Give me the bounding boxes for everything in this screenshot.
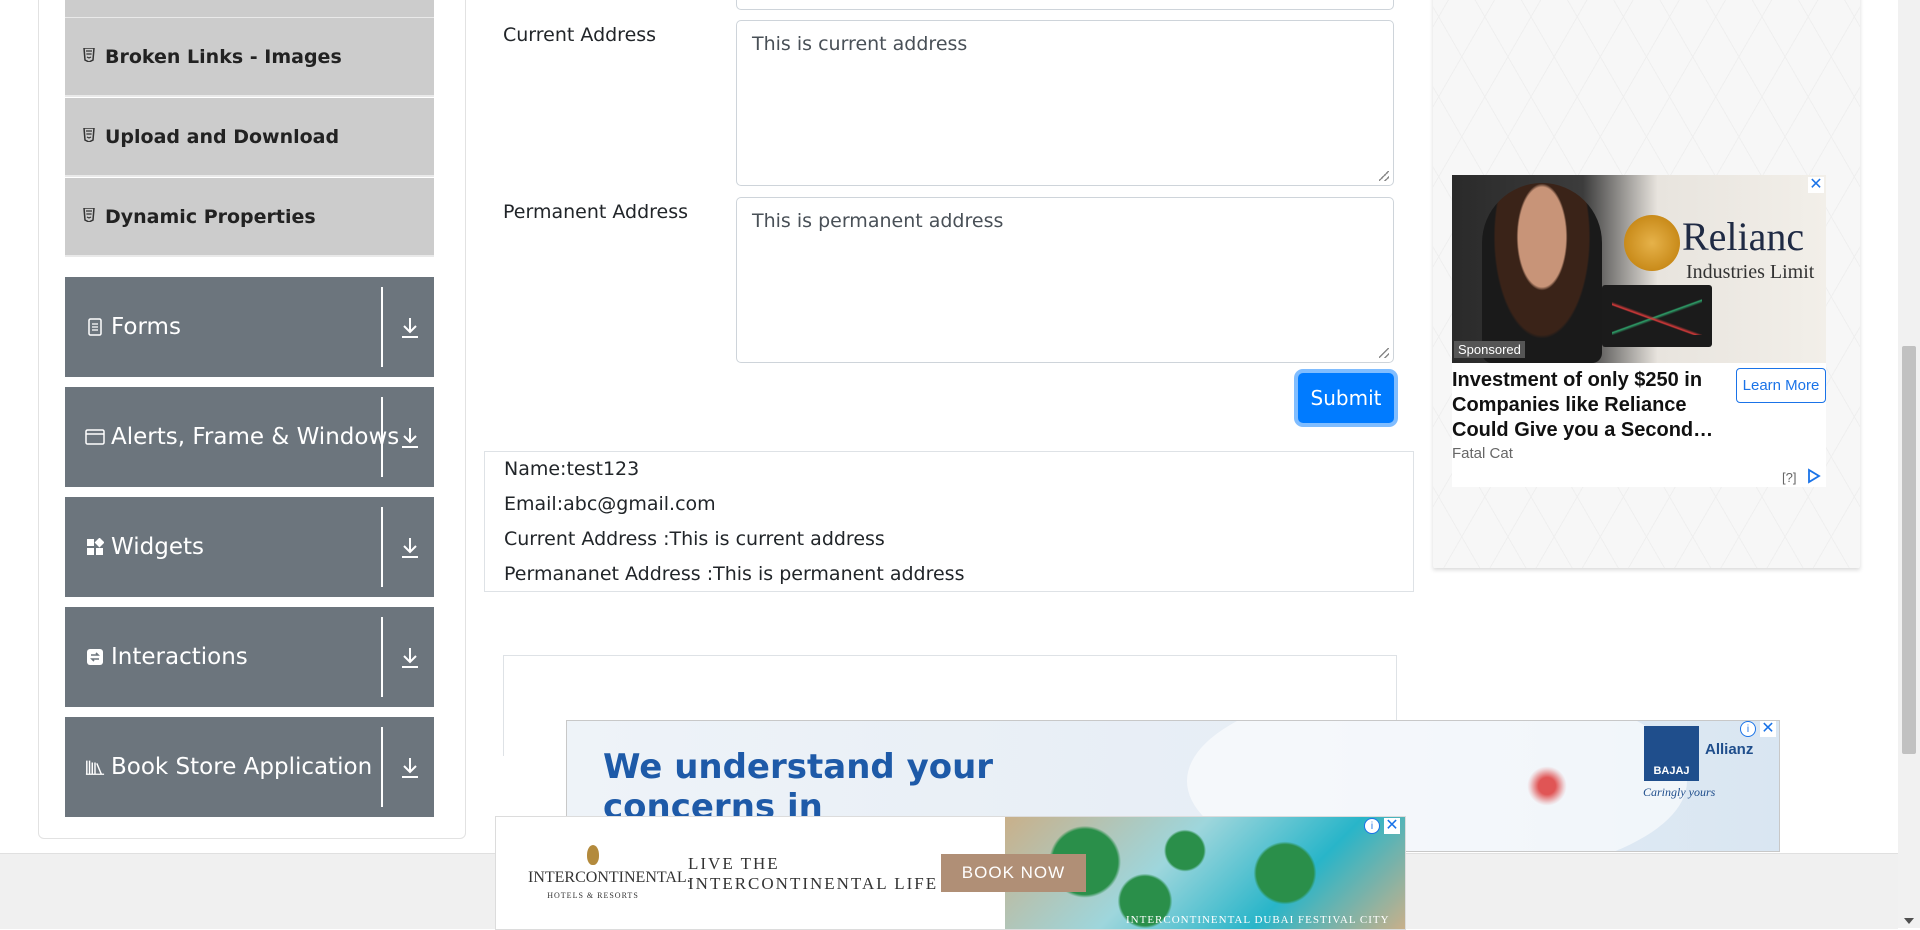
info-icon[interactable]: i [1740, 721, 1756, 737]
sidebar-group-label: Widgets [111, 534, 204, 560]
html5-icon [83, 46, 95, 66]
learn-more-button[interactable]: Learn More [1736, 368, 1826, 403]
sidebar-group-widgets[interactable]: Widgets [65, 497, 434, 597]
ad-image[interactable]: Relianc Industries Limit Sponsored ✕ [1452, 175, 1826, 363]
permanent-address-label: Permanent Address [503, 201, 689, 223]
reliance-logo-icon [1624, 215, 1680, 271]
ad-chart-image [1612, 295, 1702, 335]
divider [381, 617, 383, 697]
books-icon [85, 757, 105, 777]
sidebar-group-label: Book Store Application [111, 754, 373, 780]
download-icon[interactable] [398, 425, 422, 451]
widgets-icon [85, 537, 105, 557]
sidebar-group-book-store-application[interactable]: Book Store Application [65, 717, 434, 817]
output-name: Name:test123 [504, 458, 640, 480]
output-email: Email:abc@gmail.com [504, 493, 716, 515]
banner-slogan: Caringly yours [1643, 785, 1716, 799]
download-icon[interactable] [398, 535, 422, 561]
sidebar-item-upload-download[interactable]: Upload and Download [65, 98, 434, 177]
info-icon[interactable]: i [1364, 818, 1380, 834]
sidebar-item-broken-links-images[interactable]: Broken Links - Images [65, 18, 434, 97]
permanent-address-value: This is permanent address [752, 210, 1004, 232]
email-field[interactable] [736, 0, 1394, 10]
banner-ad-controls: i ✕ [1740, 721, 1776, 737]
ad-person-image [1482, 183, 1602, 363]
sidebar-group-alerts-frame-windows[interactable]: Alerts, Frame & Windows [65, 387, 434, 487]
intercontinental-logo: INTERCONTINENTAL. HOTELS & RESORTS [528, 845, 691, 905]
ad-headline[interactable]: Investment of only $250 in Companies lik… [1452, 368, 1732, 443]
permanent-address-textarea[interactable]: This is permanent address [736, 197, 1394, 363]
current-address-textarea[interactable]: This is current address [736, 20, 1394, 186]
sidebar-group-forms[interactable]: Forms [65, 277, 434, 377]
allianz-logo: Allianz [1705, 741, 1754, 758]
sidebar-group-label: Interactions [111, 644, 248, 670]
html5-icon [83, 206, 95, 226]
divider [381, 397, 383, 477]
sidebar-item-label: Broken Links - Images [105, 45, 342, 68]
divider [381, 287, 383, 367]
sidebar-item-dynamic-properties[interactable]: Dynamic Properties [65, 178, 434, 257]
sidebar-sub-item-prev[interactable] [65, 0, 434, 19]
resize-handle[interactable] [1379, 171, 1389, 181]
scroll-down-arrow-icon[interactable] [1904, 918, 1914, 924]
page-scrollbar[interactable] [1898, 0, 1920, 928]
ic-tagline: LIVE THE INTERCONTINENTAL LIFE [688, 854, 938, 894]
divider [381, 727, 383, 807]
window-icon [85, 427, 105, 447]
ic-logo-sub: HOTELS & RESORTS [547, 891, 639, 900]
ic-logo-name: INTERCONTINENTAL. [528, 869, 691, 886]
ic-caption: INTERCONTINENTAL DUBAI FESTIVAL CITY [1126, 914, 1390, 926]
banner-ad-intercontinental[interactable]: INTERCONTINENTAL. HOTELS & RESORTS LIVE … [495, 816, 1406, 930]
output-current-address: Current Address :This is current address [504, 528, 885, 550]
divider [381, 507, 383, 587]
download-icon[interactable] [398, 755, 422, 781]
banner-siren-shape [1527, 766, 1567, 806]
close-icon[interactable]: ✕ [1808, 177, 1824, 193]
ad-help-link[interactable]: [?] [1782, 470, 1796, 485]
resize-handle[interactable] [1379, 348, 1389, 358]
current-address-label: Current Address [503, 24, 657, 46]
output-panel: Name:test123 Email:abc@gmail.com Current… [484, 451, 1414, 592]
sidebar-item-label: Upload and Download [105, 125, 340, 148]
scrollbar-thumb[interactable] [1902, 346, 1916, 754]
interactions-icon [85, 647, 105, 667]
adchoices-icon[interactable] [1807, 468, 1823, 484]
document-icon [85, 317, 105, 337]
download-icon[interactable] [398, 645, 422, 671]
current-address-value: This is current address [752, 33, 968, 55]
bajaj-logo-icon: BAJAJ [1644, 726, 1699, 781]
book-now-button[interactable]: BOOK NOW [941, 854, 1086, 892]
ad-brand: Relianc [1682, 214, 1805, 259]
sidebar-item-label: Dynamic Properties [105, 205, 316, 228]
ic-ad-controls: i ✕ [1364, 818, 1400, 834]
html5-icon [83, 126, 95, 146]
ad-source[interactable]: Fatal Cat [1452, 445, 1513, 462]
side-ad-card[interactable]: Relianc Industries Limit Sponsored ✕ Inv… [1452, 175, 1826, 487]
download-icon[interactable] [398, 315, 422, 341]
ic-tagline-line1: LIVE THE [688, 854, 780, 873]
output-permanent-address: Permananet Address :This is permanent ad… [504, 563, 965, 585]
sidebar-group-interactions[interactable]: Interactions [65, 607, 434, 707]
sidebar-group-label: Alerts, Frame & Windows [111, 424, 400, 450]
close-icon[interactable]: ✕ [1760, 721, 1776, 737]
submit-button[interactable]: Submit [1298, 373, 1394, 423]
close-icon[interactable]: ✕ [1384, 818, 1400, 834]
ic-tagline-line2: INTERCONTINENTAL LIFE [688, 874, 939, 893]
sponsored-badge: Sponsored [1454, 341, 1525, 358]
flame-icon [587, 845, 599, 865]
ad-brand-sub: Industries Limit [1686, 261, 1815, 283]
sidebar-group-label: Forms [111, 314, 181, 340]
